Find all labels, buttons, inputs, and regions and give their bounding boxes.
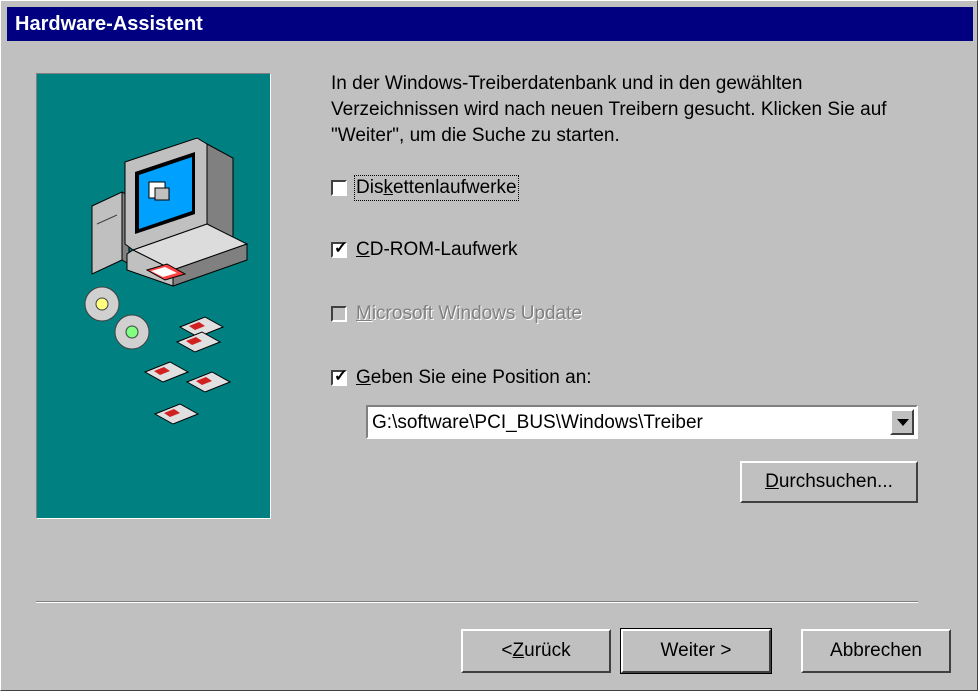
checkbox-floppy-drives[interactable]: Diskettenlaufwerke (331, 175, 519, 201)
dropdown-arrow-icon[interactable] (890, 409, 914, 435)
location-combobox[interactable]: G:\software\PCI_BUS\Windows\Treiber (366, 405, 918, 439)
location-value[interactable]: G:\software\PCI_BUS\Windows\Treiber (372, 412, 703, 434)
monitor-icon (124, 137, 249, 287)
computer-tower-icon (91, 191, 130, 275)
wizard-window: Hardware-Assistent In der Windows-Treibe… (0, 0, 978, 691)
cd-icon (84, 286, 150, 350)
checkbox-box[interactable] (331, 180, 347, 196)
next-button[interactable]: Weiter > (620, 628, 772, 674)
checkbox-label: Geben Sie eine Position an: (356, 367, 592, 388)
checkbox-box[interactable]: ✓ (331, 240, 348, 258)
wizard-illustration (36, 73, 271, 519)
checkbox-windows-update[interactable]: Microsoft Windows Update (331, 303, 582, 325)
description-text: In der Windows-Treiberdatenbank und in d… (331, 73, 887, 146)
checkmark-icon: ✓ (334, 240, 348, 257)
checkbox-box[interactable] (331, 306, 347, 322)
checkbox-label: Diskettenlaufwerke (354, 175, 519, 201)
separator-line (36, 601, 918, 603)
checkbox-cd-rom-drive[interactable]: ✓ CD-ROM-Laufwerk (331, 239, 518, 261)
window-title: Hardware-Assistent (15, 13, 203, 35)
browse-button[interactable]: Durchsuchen... (740, 461, 918, 503)
checkbox-label: Microsoft Windows Update (356, 303, 582, 324)
checkmark-icon: ✓ (334, 368, 348, 385)
back-button[interactable]: < Zurück (461, 629, 611, 673)
checkbox-box[interactable]: ✓ (331, 368, 348, 386)
checkbox-label: CD-ROM-Laufwerk (356, 239, 518, 260)
title-bar[interactable]: Hardware-Assistent (7, 7, 973, 41)
cancel-button[interactable]: Abbrechen (801, 629, 951, 673)
checkbox-specify-location[interactable]: ✓ Geben Sie eine Position an: (331, 367, 592, 389)
